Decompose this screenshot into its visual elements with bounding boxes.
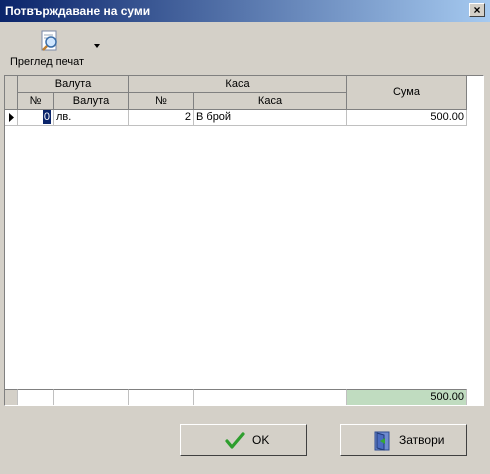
current-row-arrow-icon [9,113,14,122]
cell-cash-name[interactable]: В брой [194,110,347,126]
row-indicator-header [5,76,18,110]
print-preview-icon [41,30,57,51]
print-preview-label: Преглед печат [10,56,85,68]
footer-cell [54,389,129,405]
cell-amount[interactable]: 500.00 [347,110,467,126]
close-button-label: Затвори [399,433,445,447]
column-header-currency-no[interactable]: № [18,93,54,110]
ok-button[interactable]: OK [180,424,307,456]
exit-door-icon [374,431,390,451]
window-title: Потвърждаване на суми [5,4,151,18]
cell-currency-name[interactable]: лв. [54,110,129,126]
close-window-button[interactable]: × [469,3,485,17]
row-indicator[interactable] [5,110,18,126]
print-preview-button[interactable]: Преглед печат [6,28,100,70]
footer-cell [18,389,54,405]
footer-cell [194,389,347,405]
footer-indicator [5,389,18,405]
column-header-amount[interactable]: Сума [347,76,467,110]
amounts-grid[interactable]: Валута Каса Сума № Валута № Каса 0 лв. 2… [4,75,484,406]
column-header-cash-name[interactable]: Каса [194,93,347,110]
footer-cell [129,389,194,405]
selected-cell-value: 0 [42,110,51,124]
dropdown-arrow-icon[interactable] [94,44,100,48]
column-header-currency-name[interactable]: Валута [54,93,129,110]
cell-cash-no[interactable]: 2 [129,110,194,126]
group-header-cash: Каса [129,76,347,93]
ok-button-label: OK [252,433,270,447]
cell-currency-no[interactable]: 0 [18,110,54,126]
title-bar: Потвърждаване на суми × [0,0,490,22]
checkmark-icon [225,432,245,449]
close-button[interactable]: Затвори [340,424,467,456]
column-header-cash-no[interactable]: № [129,93,194,110]
group-header-currency: Валута [18,76,129,93]
footer-total-amount: 500.00 [347,389,467,405]
